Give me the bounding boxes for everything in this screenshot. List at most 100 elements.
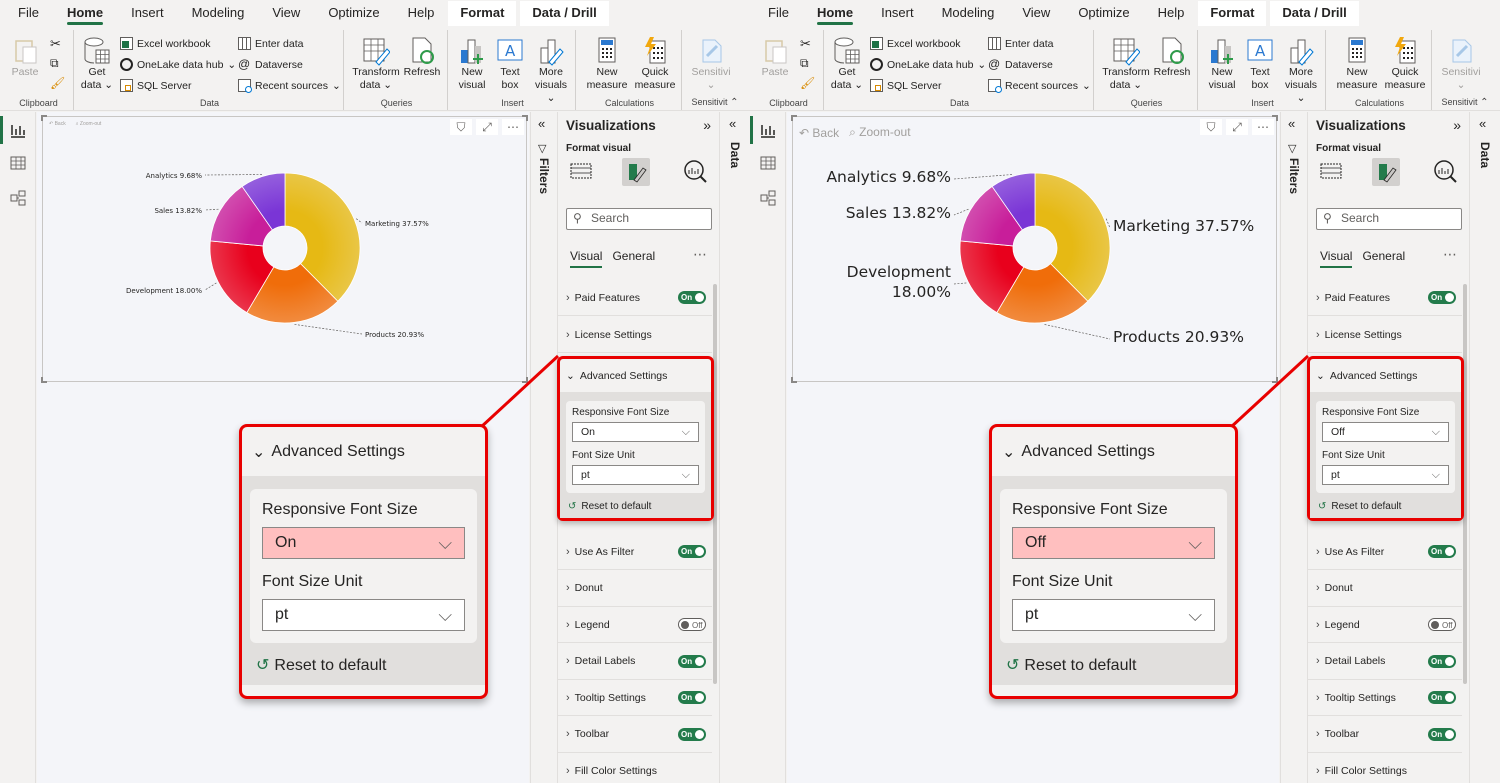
paste-button[interactable]: Paste (758, 36, 792, 79)
collapse-visualizations-icon[interactable]: » (1453, 117, 1461, 133)
section-fill-color-settings[interactable]: › Fill Color Settings (558, 753, 712, 783)
tab-general[interactable]: General (1362, 249, 1405, 268)
sensitivity-button[interactable]: Sensitivi ⌄ (1438, 36, 1484, 92)
donut-chart-visual[interactable]: ↶ Back ⌕ Zoom-out ⛉ ⤢ ⋯ Marketing 37.57%… (791, 115, 1278, 383)
quick-measure-button[interactable]: Quick measure (632, 36, 678, 92)
cut-icon[interactable]: ✂ (50, 36, 61, 52)
resize-handle[interactable] (791, 377, 797, 383)
font-size-unit-dropdown[interactable]: pt ⌵ (1322, 465, 1449, 485)
build-visual-icon[interactable] (1318, 158, 1346, 186)
enter-data-button[interactable]: Enter data (988, 37, 1053, 50)
excel-workbook-button[interactable]: Excel workbook (120, 37, 211, 50)
section-detail-labels[interactable]: › Detail Labels On (1308, 644, 1462, 680)
analytics-icon[interactable] (1432, 158, 1460, 186)
model-view-icon[interactable] (759, 189, 777, 207)
resize-handle[interactable] (41, 377, 47, 383)
sensitivity-button[interactable]: Sensitivi ⌄ (688, 36, 734, 92)
back-button[interactable]: ↶ Back (799, 126, 839, 140)
filters-pane-collapsed[interactable]: « ▽ Filters (530, 112, 556, 783)
copy-icon[interactable]: ⧉ (50, 56, 59, 71)
section-use-as-filter[interactable]: › Use As Filter On (558, 534, 712, 570)
reset-to-default-button[interactable]: ↺ Reset to default (1316, 501, 1455, 512)
more-visuals-button[interactable]: More visuals ⌄ (530, 36, 572, 105)
paste-button[interactable]: Paste (8, 36, 42, 79)
collapse-ribbon-icon[interactable]: ⌃ (1480, 97, 1488, 108)
focus-mode-icon[interactable]: ⤢ (1226, 119, 1248, 135)
section-license-settings[interactable]: › License Settings (1308, 317, 1462, 353)
new-visual-button[interactable]: New visual (1204, 36, 1240, 92)
get-data-button[interactable]: Get data ⌄ (830, 36, 864, 92)
build-visual-icon[interactable] (568, 158, 596, 186)
responsive-font-size-dropdown[interactable]: Off ⌵ (1322, 422, 1449, 442)
more-options-icon[interactable]: ⋯ (1443, 246, 1457, 263)
paid-features-toggle[interactable]: On (678, 291, 706, 304)
reset-to-default-button[interactable]: ↺ Reset to default (1000, 655, 1227, 675)
more-options-icon[interactable]: ⋯ (502, 119, 524, 135)
more-options-icon[interactable]: ⋯ (693, 246, 707, 263)
transform-data-button[interactable]: Transform data ⌄ (1100, 36, 1152, 92)
font-size-unit-dropdown[interactable]: pt ⌵ (262, 599, 465, 631)
back-button[interactable]: ↶ Back (49, 121, 66, 127)
legend-toggle[interactable]: Off (1428, 618, 1456, 631)
table-view-icon[interactable] (9, 154, 27, 172)
expand-filters-icon[interactable]: « (538, 116, 545, 131)
detail-labels-toggle[interactable]: On (1428, 654, 1456, 668)
menu-modeling[interactable]: Modeling (192, 5, 245, 26)
more-visuals-button[interactable]: More visuals ⌄ (1280, 36, 1322, 105)
sql-server-button[interactable]: SQL Server (870, 79, 941, 92)
filter-icon[interactable]: ⛉ (450, 119, 472, 135)
menu-help[interactable]: Help (408, 5, 435, 26)
text-box-button[interactable]: A Text box (492, 36, 528, 92)
analytics-icon[interactable] (682, 158, 710, 186)
menu-insert[interactable]: Insert (881, 5, 914, 26)
refresh-button[interactable]: Refresh (1152, 36, 1192, 79)
section-fill-color-settings[interactable]: › Fill Color Settings (1308, 753, 1462, 783)
data-pane-collapsed[interactable]: « Data (1469, 112, 1500, 783)
collapse-ribbon-icon[interactable]: ⌃ (730, 97, 738, 108)
section-paid-features[interactable]: › Paid Features On (558, 280, 712, 316)
dataverse-button[interactable]: @ Dataverse (238, 58, 303, 71)
responsive-font-size-dropdown[interactable]: Off ⌵ (1012, 527, 1215, 559)
advanced-settings-header[interactable]: ⌄ Advanced Settings (560, 359, 711, 393)
detail-labels-toggle[interactable]: On (678, 654, 706, 668)
tab-visual[interactable]: Visual (1320, 249, 1353, 268)
menu-help[interactable]: Help (1158, 5, 1185, 26)
menu-format[interactable]: Format (448, 1, 517, 26)
filters-pane-collapsed[interactable]: « ▽ Filters (1280, 112, 1306, 783)
tooltip-settings-toggle[interactable]: On (678, 691, 706, 704)
menu-file[interactable]: File (768, 5, 789, 26)
onelake-data-hub-button[interactable]: OneLake data hub ⌄ (870, 58, 986, 71)
sql-server-button[interactable]: SQL Server (120, 79, 191, 92)
tooltip-settings-toggle[interactable]: On (1428, 691, 1456, 704)
section-detail-labels[interactable]: › Detail Labels On (558, 644, 712, 680)
dataverse-button[interactable]: @ Dataverse (988, 58, 1053, 71)
cut-icon[interactable]: ✂ (800, 36, 811, 52)
responsive-font-size-dropdown[interactable]: On ⌵ (262, 527, 465, 559)
section-tooltip-settings[interactable]: › Tooltip Settings On (558, 680, 712, 716)
font-size-unit-dropdown[interactable]: pt ⌵ (572, 465, 699, 485)
menu-optimize[interactable]: Optimize (1078, 5, 1129, 26)
zoom-out-button[interactable]: ⌕ Zoom-out (849, 125, 910, 140)
refresh-button[interactable]: Refresh (402, 36, 442, 79)
section-toolbar[interactable]: › Toolbar On (1308, 717, 1462, 753)
paid-features-toggle[interactable]: On (1428, 291, 1456, 304)
new-visual-button[interactable]: New visual (454, 36, 490, 92)
use-as-filter-toggle[interactable]: On (678, 545, 706, 558)
report-view-icon[interactable] (9, 121, 27, 139)
section-tooltip-settings[interactable]: › Tooltip Settings On (1308, 680, 1462, 716)
section-legend[interactable]: › Legend Off (558, 607, 712, 643)
zoom-out-button[interactable]: ⌕ Zoom-out (76, 121, 102, 127)
excel-workbook-button[interactable]: Excel workbook (870, 37, 961, 50)
recent-sources-button[interactable]: Recent sources ⌄ (988, 79, 1091, 93)
reset-to-default-button[interactable]: ↺ Reset to default (566, 501, 705, 512)
menu-data-drill[interactable]: Data / Drill (1270, 1, 1359, 26)
format-painter-icon[interactable]: 🖌 (800, 76, 815, 90)
reset-to-default-button[interactable]: ↺ Reset to default (250, 655, 477, 675)
menu-home[interactable]: Home (66, 5, 104, 26)
resize-handle[interactable] (522, 377, 528, 383)
filter-icon[interactable]: ⛉ (1200, 119, 1222, 135)
format-search-input[interactable]: ⚲ Search (566, 208, 712, 230)
expand-filters-icon[interactable]: « (1288, 116, 1295, 131)
expand-data-icon[interactable]: « (729, 116, 736, 131)
report-view-icon[interactable] (759, 121, 777, 139)
